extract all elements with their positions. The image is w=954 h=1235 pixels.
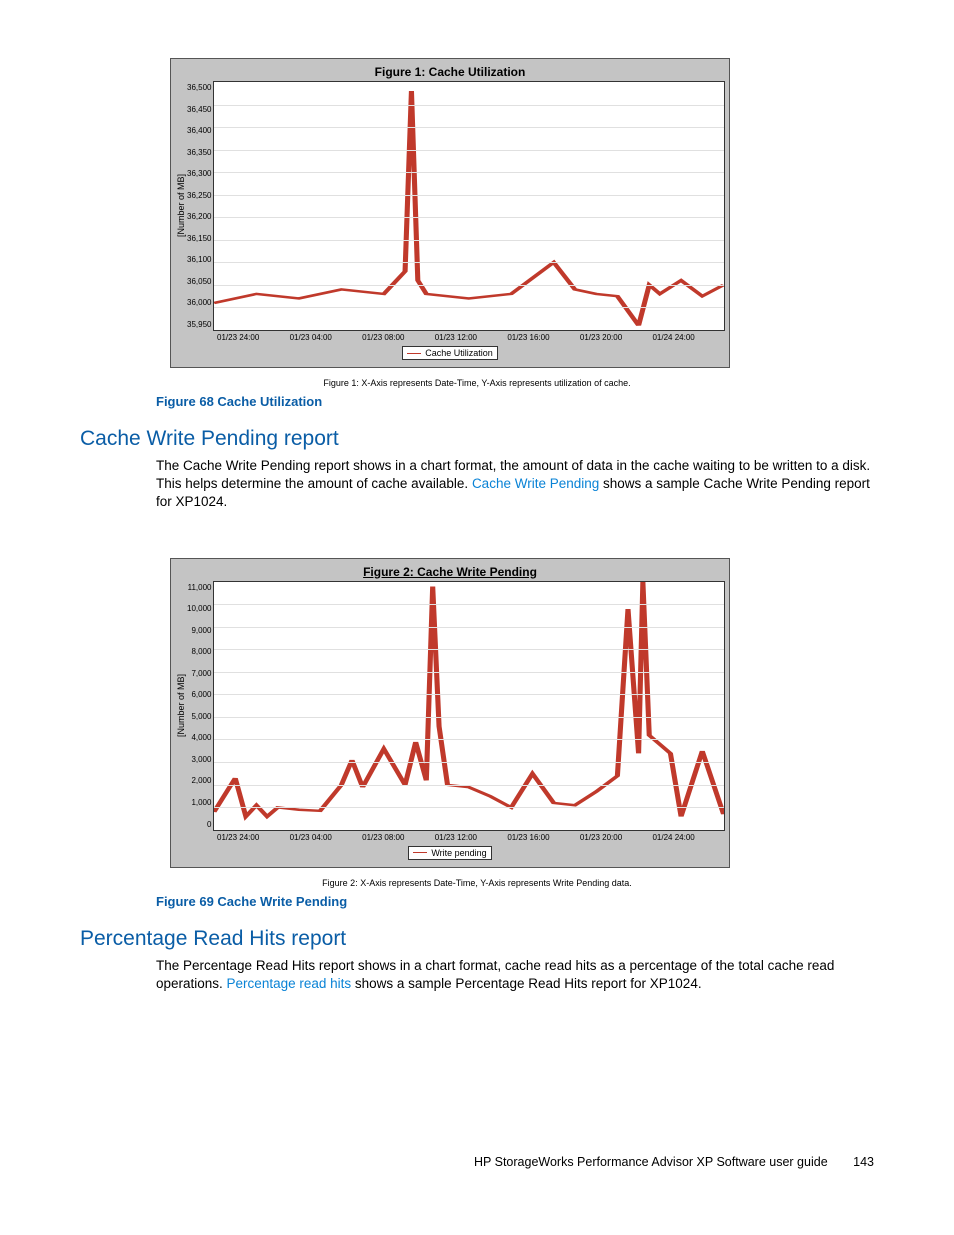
chart2-legend: Write pending [408, 846, 491, 860]
section-cache-write-pending-title: Cache Write Pending report [80, 427, 874, 451]
chart2-ylabel: [Number of MB] [175, 674, 187, 737]
figure-69-label: Figure 69 Cache Write Pending [156, 894, 874, 909]
figure-68-label: Figure 68 Cache Utilization [156, 394, 874, 409]
chart1-xticks: 01/23 24:0001/23 04:0001/23 08:0001/23 1… [217, 333, 725, 342]
chart2-plot-area [213, 581, 725, 831]
page-number: 143 [853, 1155, 874, 1169]
chart2-title: Figure 2: Cache Write Pending [175, 565, 725, 579]
link-cache-write-pending[interactable]: Cache Write Pending [472, 476, 599, 491]
chart2-caption: Figure 2: X-Axis represents Date-Time, Y… [80, 878, 874, 888]
link-percentage-read-hits[interactable]: Percentage read hits [227, 976, 352, 991]
section-percentage-read-hits-body: The Percentage Read Hits report shows in… [156, 957, 874, 993]
chart-cache-utilization: Figure 1: Cache Utilization [Number of M… [170, 58, 730, 368]
chart1-caption: Figure 1: X-Axis represents Date-Time, Y… [80, 378, 874, 388]
chart1-legend: Cache Utilization [402, 346, 498, 360]
chart1-ylabel: [Number of MB] [175, 174, 187, 237]
chart2-xticks: 01/23 24:0001/23 04:0001/23 08:0001/23 1… [217, 833, 725, 842]
section-percentage-read-hits-title: Percentage Read Hits report [80, 927, 874, 951]
chart1-plot-area [213, 81, 725, 331]
section-cache-write-pending-body: The Cache Write Pending report shows in … [156, 457, 874, 512]
chart1-title: Figure 1: Cache Utilization [175, 65, 725, 79]
chart1-yticks: 36,50036,45036,40036,35036,30036,25036,2… [187, 81, 213, 331]
chart2-yticks: 11,00010,0009,0008,0007,0006,0005,0004,0… [187, 581, 213, 831]
chart-cache-write-pending: Figure 2: Cache Write Pending [Number of… [170, 558, 730, 868]
page-footer: HP StorageWorks Performance Advisor XP S… [474, 1155, 874, 1169]
